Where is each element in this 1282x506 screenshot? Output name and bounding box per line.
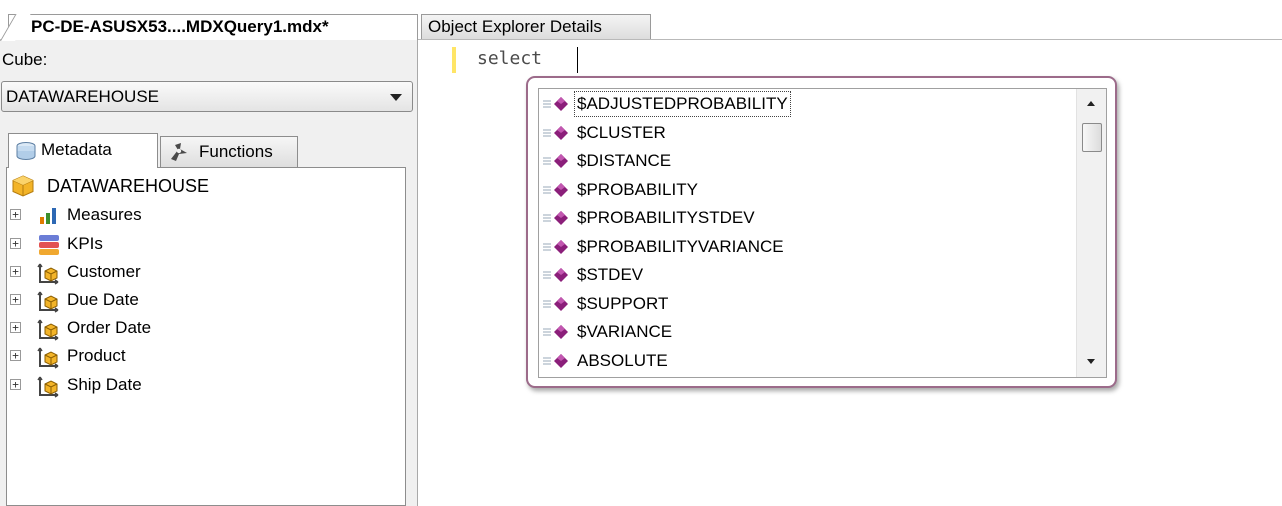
tree-item-ship-date[interactable]: + Ship Date xyxy=(7,373,387,401)
intellisense-item-label: $DISTANCE xyxy=(577,151,672,170)
function-member-icon xyxy=(541,239,571,260)
intellisense-item[interactable]: $SUPPORT xyxy=(539,290,1077,319)
tab-functions-label: Functions xyxy=(199,142,273,161)
intellisense-item[interactable]: $CLUSTER xyxy=(539,119,1077,148)
dimension-icon xyxy=(37,345,61,374)
expand-icon[interactable]: + xyxy=(10,266,21,277)
metadata-pane: Cube: DATAWAREHOUSE Metadata Functions D… xyxy=(0,40,418,506)
expand-icon[interactable]: + xyxy=(10,209,21,220)
tree-item-product[interactable]: + Product xyxy=(7,344,387,372)
cube-icon xyxy=(11,175,35,202)
tree-item-label: Measures xyxy=(67,205,142,224)
intellisense-item-label: $ADJUSTEDPROBABILITY xyxy=(574,91,791,117)
function-member-icon xyxy=(541,210,571,231)
intellisense-item[interactable]: $DISTANCE xyxy=(539,147,1077,176)
intellisense-item-label: $VARIANCE xyxy=(577,322,673,341)
tree-item-label: Due Date xyxy=(67,290,139,309)
tab-mdx-query[interactable]: PC-DE-ASUSX53....MDXQuery1.mdx* xyxy=(8,14,418,40)
tree-item-label: Product xyxy=(67,346,126,365)
chevron-down-icon[interactable] xyxy=(390,94,402,101)
metadata-icon xyxy=(15,141,37,173)
expand-icon[interactable]: + xyxy=(10,350,21,361)
function-member-icon xyxy=(541,96,571,117)
scroll-thumb[interactable] xyxy=(1082,123,1102,152)
intellisense-item[interactable]: $VARIANCE xyxy=(539,318,1077,347)
tab-functions[interactable]: Functions xyxy=(160,136,298,167)
intellisense-item[interactable]: ABSOLUTE xyxy=(539,347,1077,376)
metadata-tree: DATAWAREHOUSE + Measures + KPIs + Custom… xyxy=(6,167,406,506)
dimension-icon xyxy=(37,317,61,346)
intellisense-item-label: $PROBABILITYSTDEV xyxy=(577,208,755,227)
tab-object-explorer-details[interactable]: Object Explorer Details xyxy=(421,14,651,40)
measures-icon xyxy=(37,204,59,231)
intellisense-item-label: ABSOLUTE xyxy=(577,350,668,370)
intellisense-item[interactable]: $PROBABILITY xyxy=(539,176,1077,205)
tree-item-kpis[interactable]: + KPIs xyxy=(7,232,387,260)
tab-metadata[interactable]: Metadata xyxy=(8,133,158,168)
tree-item-customer[interactable]: + Customer xyxy=(7,260,387,288)
tree-item-label: Ship Date xyxy=(67,375,142,394)
document-tabstrip: PC-DE-ASUSX53....MDXQuery1.mdx* Object E… xyxy=(0,0,1282,40)
function-member-icon xyxy=(541,125,571,146)
query-text[interactable]: select xyxy=(477,47,542,71)
function-member-icon xyxy=(541,267,571,288)
kpis-icon xyxy=(37,233,61,262)
changed-line-marker xyxy=(452,47,456,73)
expand-icon[interactable]: + xyxy=(10,294,21,305)
intellisense-item-label: $STDEV xyxy=(577,265,644,284)
intellisense-scrollbar[interactable] xyxy=(1076,89,1106,377)
tree-item-label: KPIs xyxy=(67,234,103,253)
tree-item-order-date[interactable]: + Order Date xyxy=(7,316,387,344)
cube-dropdown-value: DATAWAREHOUSE xyxy=(6,87,160,106)
dimension-icon xyxy=(37,289,61,318)
function-member-icon xyxy=(541,296,571,317)
intellisense-list-box: $ADJUSTEDPROBABILITY $CLUSTER $DISTANCE $PR… xyxy=(538,88,1107,378)
intellisense-item[interactable]: $PROBABILITYVARIANCE xyxy=(539,233,1077,262)
expand-icon[interactable]: + xyxy=(10,322,21,333)
intellisense-item[interactable]: $STDEV xyxy=(539,261,1077,290)
scroll-up-icon[interactable] xyxy=(1077,89,1106,119)
text-caret xyxy=(577,47,578,73)
tab-metadata-label: Metadata xyxy=(41,140,112,159)
cube-dropdown[interactable]: DATAWAREHOUSE xyxy=(1,81,413,112)
function-member-icon xyxy=(541,353,571,374)
intellisense-item-label: $CLUSTER xyxy=(577,122,666,142)
intellisense-item-label: $PROBABILITY xyxy=(577,179,698,199)
dimension-icon xyxy=(37,374,61,403)
intellisense-popup: $ADJUSTEDPROBABILITY $CLUSTER $DISTANCE $PR… xyxy=(526,76,1117,388)
intellisense-item[interactable]: $ADJUSTEDPROBABILITY xyxy=(539,90,1077,119)
tree-item-due-date[interactable]: + Due Date xyxy=(7,288,387,316)
function-member-icon xyxy=(541,182,571,203)
function-member-icon xyxy=(541,324,571,345)
tree-item-label: Customer xyxy=(67,262,141,281)
intellisense-item-label: $PROBABILITYVARIANCE xyxy=(577,236,784,256)
intellisense-item-label: $SUPPORT xyxy=(577,293,669,313)
dimension-icon xyxy=(37,261,61,290)
tree-root-label: DATAWAREHOUSE xyxy=(47,176,210,196)
expand-icon[interactable]: + xyxy=(10,238,21,249)
intellisense-item[interactable]: $PROBABILITYSTDEV xyxy=(539,204,1077,233)
function-member-icon xyxy=(541,153,571,174)
cube-label: Cube: xyxy=(2,50,48,69)
expand-icon[interactable]: + xyxy=(10,379,21,390)
tree-item-label: Order Date xyxy=(67,318,152,337)
scroll-down-icon[interactable] xyxy=(1077,347,1106,377)
tree-item-measures[interactable]: + Measures xyxy=(7,203,387,231)
